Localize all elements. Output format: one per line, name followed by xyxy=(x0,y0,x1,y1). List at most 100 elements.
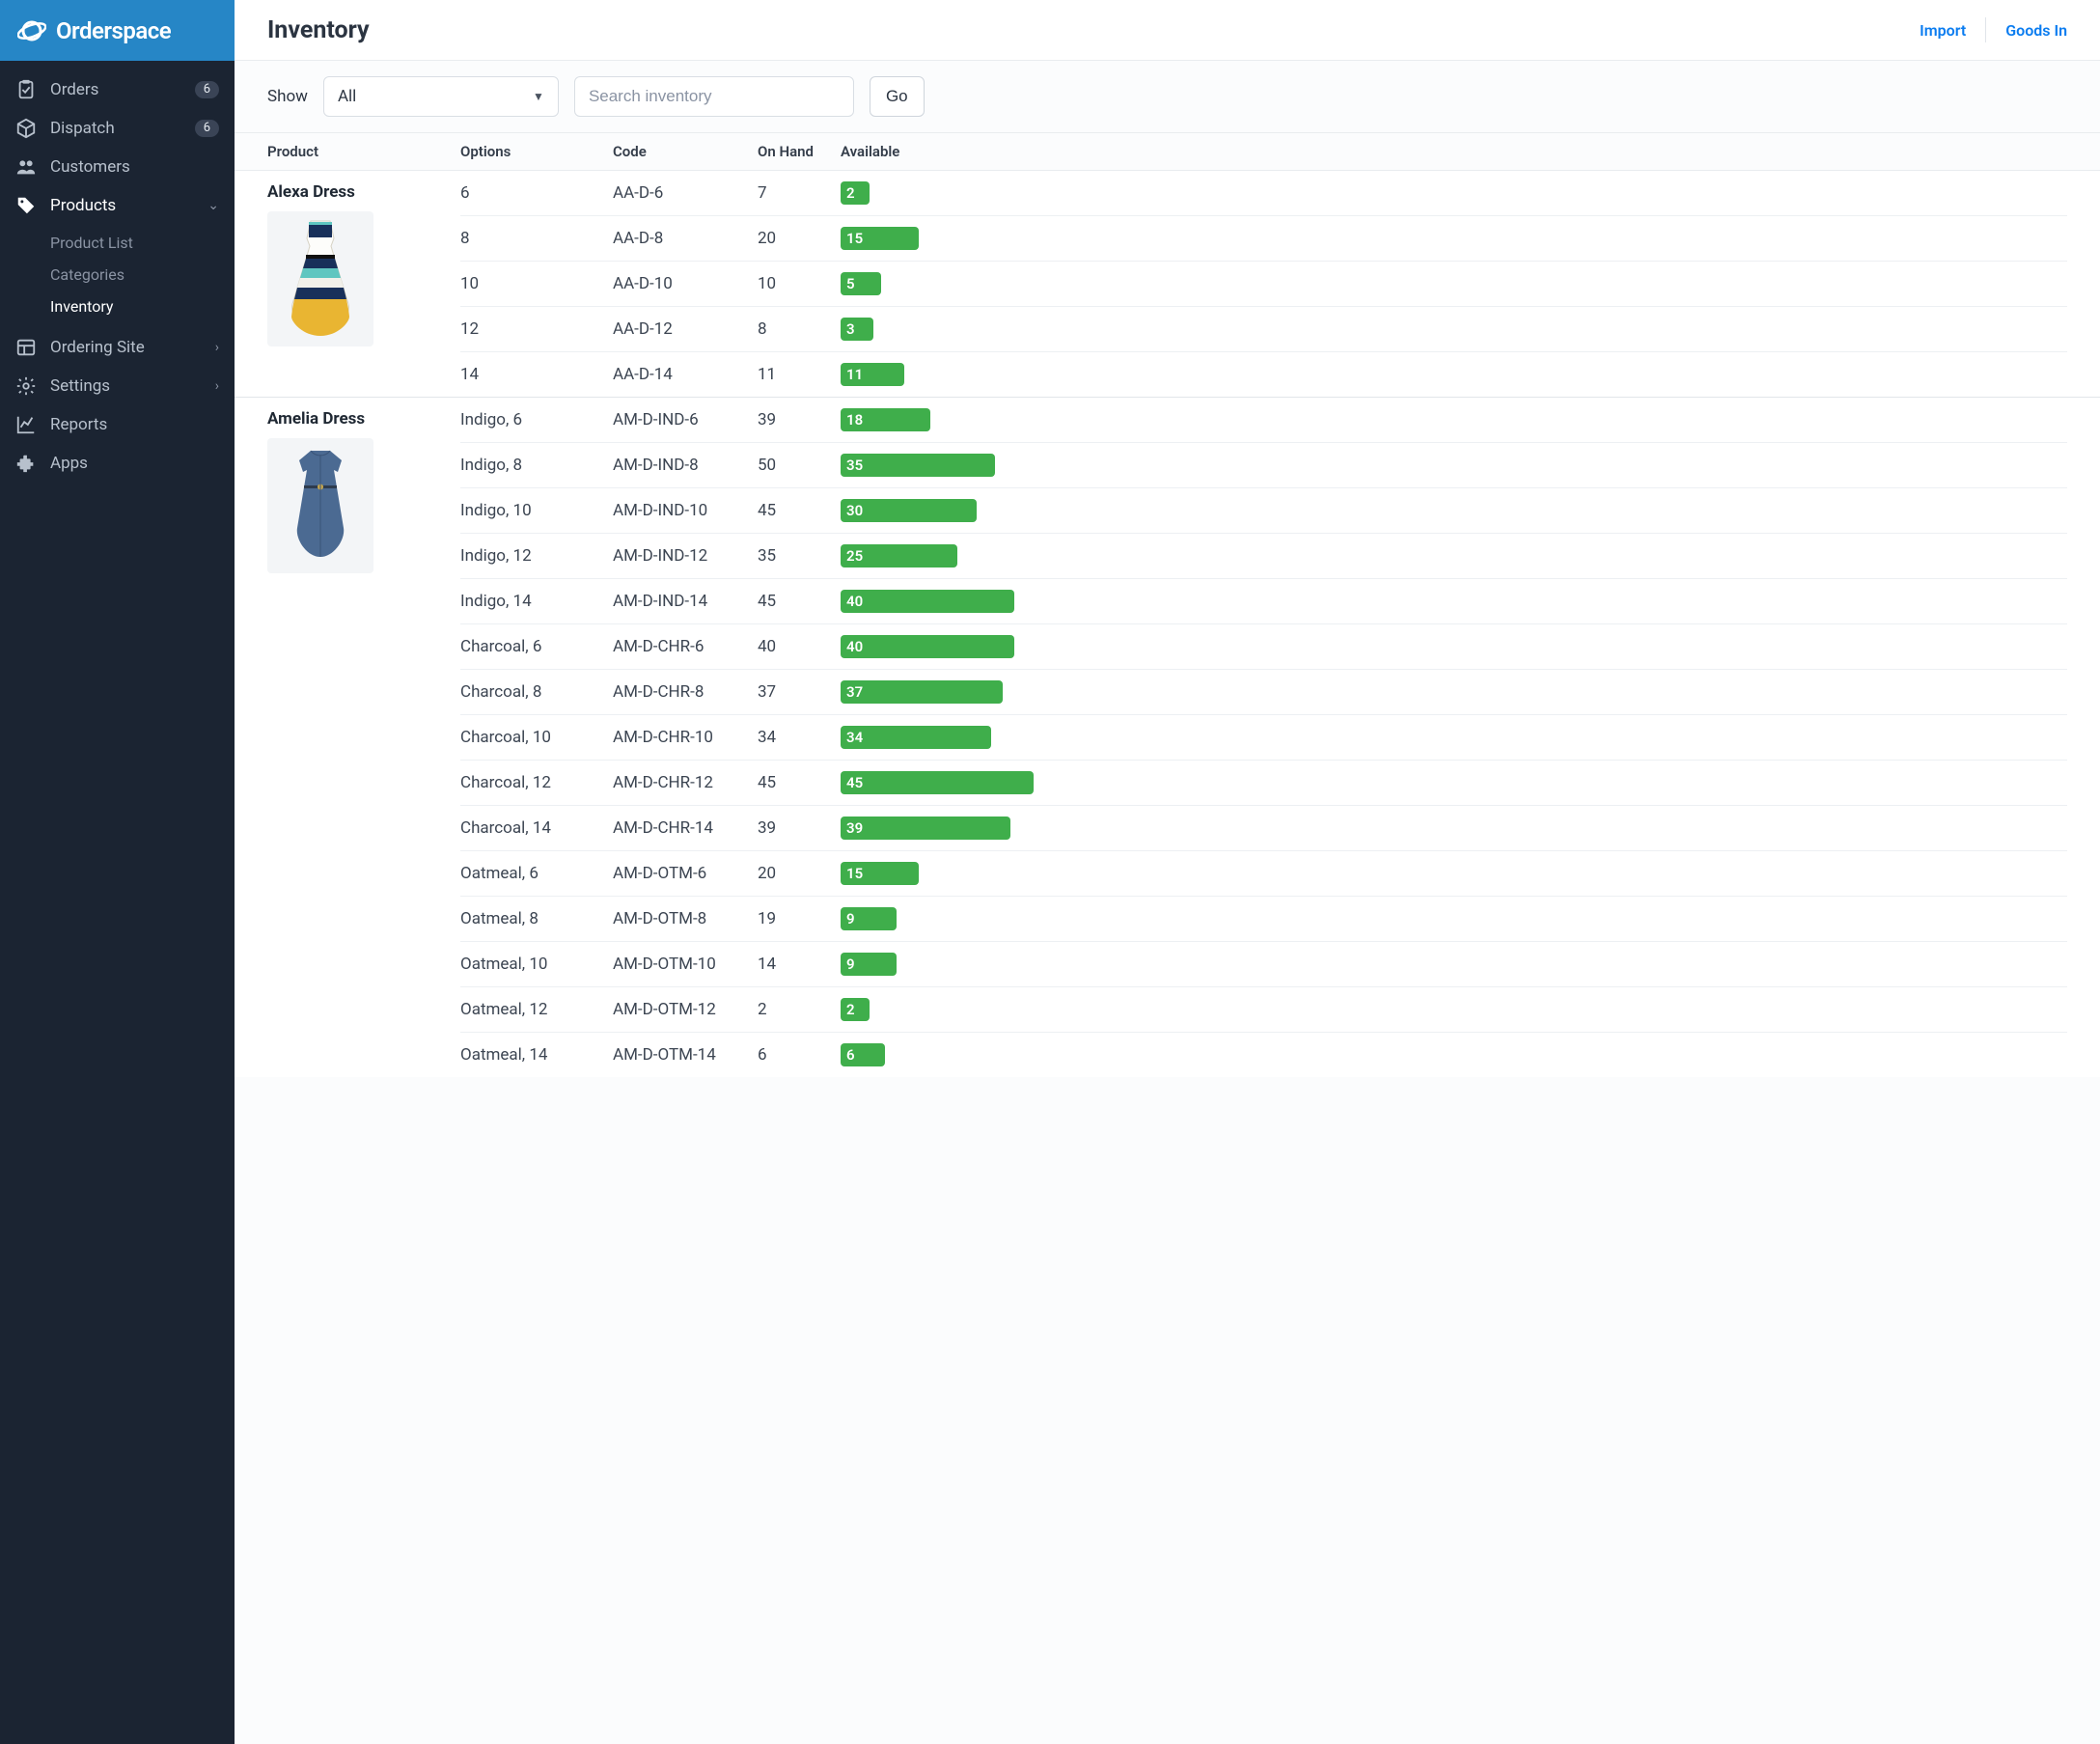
table-row[interactable]: Indigo, 10AM-D-IND-104530 xyxy=(460,488,2067,534)
sidebar-item-label: Ordering Site xyxy=(50,338,202,357)
search-input[interactable] xyxy=(574,76,854,117)
cell-on-hand: 37 xyxy=(758,682,841,702)
sidebar-item-reports[interactable]: Reports xyxy=(0,405,235,444)
available-bar: 15 xyxy=(841,227,919,250)
table-row[interactable]: Oatmeal, 6AM-D-OTM-62015 xyxy=(460,851,2067,897)
toolbar: Show All ▼ Go xyxy=(235,61,2100,132)
cell-options: 6 xyxy=(460,183,613,203)
table-row[interactable]: 12AA-D-1283 xyxy=(460,307,2067,352)
sidebar-item-settings[interactable]: Settings› xyxy=(0,367,235,405)
cell-on-hand: 10 xyxy=(758,274,841,293)
filter-dropdown[interactable]: All ▼ xyxy=(323,76,559,117)
sidebar-item-orders[interactable]: Orders6 xyxy=(0,70,235,109)
content: Show All ▼ Go Product Options Code On Ha… xyxy=(235,61,2100,1744)
cell-on-hand: 20 xyxy=(758,229,841,248)
cell-on-hand: 2 xyxy=(758,1000,841,1019)
product-group: Alexa Dress6AA-D-6728AA-D-8201510AA-D-10… xyxy=(235,171,2100,397)
cell-code: AM-D-IND-8 xyxy=(613,456,758,475)
cell-available: 37 xyxy=(841,680,2067,704)
cell-on-hand: 20 xyxy=(758,864,841,883)
cell-available: 45 xyxy=(841,771,2067,794)
cell-options: Charcoal, 8 xyxy=(460,682,613,702)
cell-code: AA-D-8 xyxy=(613,229,758,248)
cell-code: AM-D-IND-6 xyxy=(613,410,758,429)
cell-on-hand: 45 xyxy=(758,501,841,520)
cell-available: 40 xyxy=(841,635,2067,658)
cell-available: 5 xyxy=(841,272,2067,295)
cell-code: AA-D-12 xyxy=(613,319,758,339)
available-bar: 5 xyxy=(841,272,881,295)
sidebar-item-dispatch[interactable]: Dispatch6 xyxy=(0,109,235,148)
goods-in-link[interactable]: Goods In xyxy=(2005,21,2067,40)
sidebar-subitem-categories[interactable]: Categories xyxy=(0,259,235,291)
product-thumbnail[interactable] xyxy=(267,438,373,573)
sidebar-item-label: Dispatch xyxy=(50,119,181,138)
cell-code: AM-D-IND-10 xyxy=(613,501,758,520)
puzzle-icon xyxy=(15,453,37,474)
available-bar: 30 xyxy=(841,499,977,522)
table-row[interactable]: Charcoal, 6AM-D-CHR-64040 xyxy=(460,624,2067,670)
table-row[interactable]: Oatmeal, 10AM-D-OTM-10149 xyxy=(460,942,2067,987)
sidebar-badge: 6 xyxy=(195,81,219,99)
table-row[interactable]: Indigo, 12AM-D-IND-123525 xyxy=(460,534,2067,579)
table-row[interactable]: 10AA-D-10105 xyxy=(460,262,2067,307)
product-image xyxy=(277,443,364,568)
sidebar-item-customers[interactable]: Customers xyxy=(0,148,235,186)
table-row[interactable]: Indigo, 8AM-D-IND-85035 xyxy=(460,443,2067,488)
cell-available: 34 xyxy=(841,726,2067,749)
available-bar: 35 xyxy=(841,454,995,477)
cell-available: 9 xyxy=(841,953,2067,976)
table-row[interactable]: Indigo, 6AM-D-IND-63918 xyxy=(460,398,2067,443)
table-row[interactable]: Oatmeal, 14AM-D-OTM-1466 xyxy=(460,1033,2067,1077)
sidebar-item-ordering-site[interactable]: Ordering Site› xyxy=(0,328,235,367)
product-name[interactable]: Alexa Dress xyxy=(267,182,449,202)
cell-options: Indigo, 12 xyxy=(460,546,613,566)
layout-icon xyxy=(15,337,37,358)
cell-code: AA-D-6 xyxy=(613,183,758,203)
gear-icon xyxy=(15,375,37,397)
product-thumbnail[interactable] xyxy=(267,211,373,346)
table-row[interactable]: Oatmeal, 12AM-D-OTM-1222 xyxy=(460,987,2067,1033)
cell-code: AM-D-OTM-14 xyxy=(613,1045,758,1065)
product-name[interactable]: Amelia Dress xyxy=(267,409,449,429)
available-bar: 37 xyxy=(841,680,1003,704)
cell-available: 15 xyxy=(841,862,2067,885)
cell-code: AM-D-CHR-8 xyxy=(613,682,758,702)
table-row[interactable]: 6AA-D-672 xyxy=(460,171,2067,216)
cell-on-hand: 39 xyxy=(758,818,841,838)
sidebar-item-apps[interactable]: Apps xyxy=(0,444,235,483)
table-row[interactable]: 8AA-D-82015 xyxy=(460,216,2067,262)
import-link[interactable]: Import xyxy=(1920,21,1966,40)
available-bar: 3 xyxy=(841,318,873,341)
cell-options: 10 xyxy=(460,274,613,293)
sidebar-item-products[interactable]: Products⌄ xyxy=(0,186,235,225)
col-product: Product xyxy=(267,143,460,160)
cell-options: Indigo, 6 xyxy=(460,410,613,429)
available-bar: 39 xyxy=(841,817,1010,840)
table-row[interactable]: Indigo, 14AM-D-IND-144540 xyxy=(460,579,2067,624)
cell-options: Oatmeal, 12 xyxy=(460,1000,613,1019)
available-bar: 40 xyxy=(841,635,1014,658)
available-bar: 11 xyxy=(841,363,904,386)
chevron-down-icon: ▼ xyxy=(533,90,544,103)
sidebar-subitem-product-list[interactable]: Product List xyxy=(0,227,235,259)
cell-code: AM-D-IND-12 xyxy=(613,546,758,566)
table-row[interactable]: Charcoal, 14AM-D-CHR-143939 xyxy=(460,806,2067,851)
cell-options: Charcoal, 14 xyxy=(460,818,613,838)
available-bar: 9 xyxy=(841,953,897,976)
table-row[interactable]: Charcoal, 10AM-D-CHR-103434 xyxy=(460,715,2067,761)
available-bar: 15 xyxy=(841,862,919,885)
table-row[interactable]: 14AA-D-141111 xyxy=(460,352,2067,397)
available-bar: 40 xyxy=(841,590,1014,613)
sidebar-item-label: Reports xyxy=(50,415,219,434)
cell-options: Charcoal, 6 xyxy=(460,637,613,656)
table-row[interactable]: Charcoal, 12AM-D-CHR-124545 xyxy=(460,761,2067,806)
sidebar-subitem-inventory[interactable]: Inventory xyxy=(0,291,235,322)
go-button[interactable]: Go xyxy=(870,76,925,117)
table-row[interactable]: Oatmeal, 8AM-D-OTM-8199 xyxy=(460,897,2067,942)
cell-options: Oatmeal, 10 xyxy=(460,955,613,974)
brand-logo[interactable]: Orderspace xyxy=(0,0,235,61)
sidebar-item-label: Settings xyxy=(50,376,202,396)
cell-options: Indigo, 14 xyxy=(460,592,613,611)
table-row[interactable]: Charcoal, 8AM-D-CHR-83737 xyxy=(460,670,2067,715)
